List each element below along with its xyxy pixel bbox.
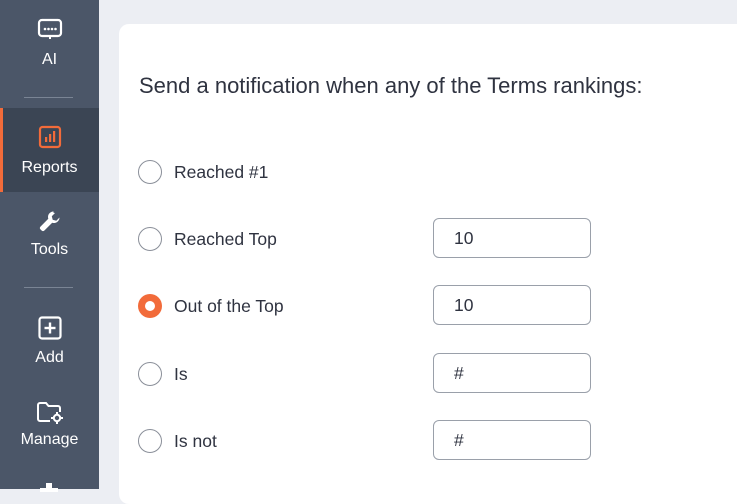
reached-top-input[interactable]: 10 [433,218,591,258]
sidebar-item-manage[interactable]: Manage [0,401,99,449]
option-reached-top[interactable]: Reached Top [138,226,277,252]
option-label: Is not [174,430,217,451]
ai-chip-icon [37,18,62,39]
option-label: Out of the Top [174,295,284,316]
page-title: Send a notification when any of the Term… [139,73,643,98]
sidebar-item-tools[interactable]: Tools [0,208,99,259]
sidebar-item-ai[interactable]: AI [0,18,99,69]
sidebar-item-label: Add [35,349,64,366]
reports-chart-icon [38,125,61,149]
radio-button[interactable] [138,227,162,251]
radio-button-selected[interactable] [138,294,162,318]
option-is[interactable]: Is [138,361,188,387]
option-out-of-top[interactable]: Out of the Top [138,293,284,319]
sidebar-divider [24,287,73,288]
sidebar-item-label: Reports [21,159,78,176]
is-not-input[interactable]: # [433,420,591,460]
radio-button[interactable] [138,362,162,386]
wrench-icon [39,211,59,232]
sidebar-item-label: Tools [30,241,69,258]
folder-gear-icon [36,402,63,424]
radio-button[interactable] [138,429,162,453]
sidebar-item-add[interactable]: Add [0,316,99,367]
option-is-not[interactable]: Is not [138,428,217,454]
is-input[interactable]: # [433,353,591,393]
sidebar-item-label: AI [41,51,58,68]
radio-button[interactable] [138,160,162,184]
sidebar-item-reports[interactable]: Reports [0,108,99,192]
option-label: Reached Top [174,228,277,249]
more-tools-icon [40,483,58,492]
option-label: Is [174,363,188,384]
sidebar-divider [24,97,73,98]
sidebar-item-label: Manage [20,431,79,448]
sidebar: AI Reports Tools Add Manage [0,0,99,492]
option-reached-1[interactable]: Reached #1 [138,159,268,185]
plus-square-icon [37,316,62,340]
out-of-top-input[interactable]: 10 [433,285,591,325]
option-label: Reached #1 [174,161,269,182]
